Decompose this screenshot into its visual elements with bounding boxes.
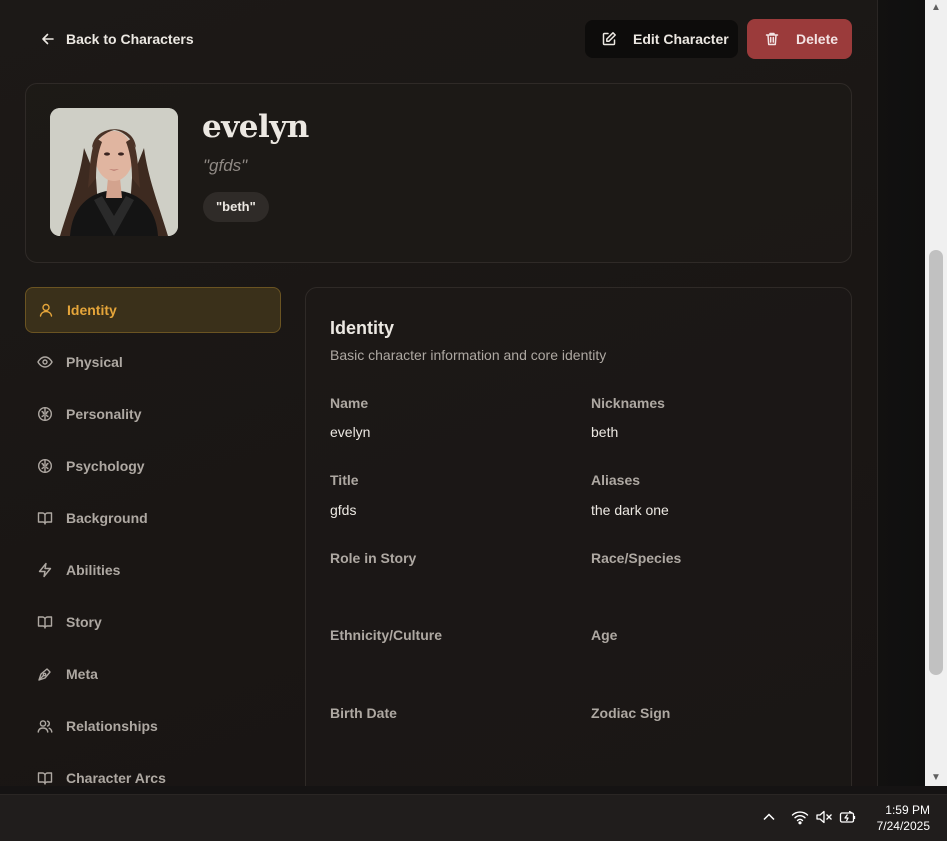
sidebar-item-identity[interactable]: Identity <box>25 287 281 333</box>
clock-date[interactable]: 7/24/2025 <box>860 819 930 833</box>
sidebar-item-label: Physical <box>66 354 123 370</box>
delete-button[interactable]: Delete <box>747 19 852 59</box>
eye-icon <box>37 354 53 370</box>
ethnicity-culture-label: Ethnicity/Culture <box>330 627 443 643</box>
edit-character-label: Edit Character <box>633 31 729 47</box>
character-portrait <box>50 108 178 236</box>
sidebar-item-physical[interactable]: Physical <box>25 339 281 385</box>
scroll-thumb[interactable] <box>929 250 943 675</box>
app-window: Back to Characters Edit Character Delete <box>0 0 877 786</box>
section-sidebar: Identity Physical Personality Psychology… <box>25 287 281 786</box>
window-edge <box>877 0 925 786</box>
book-icon <box>37 770 53 786</box>
title-value: gfds <box>330 502 357 518</box>
role-in-story-label: Role in Story <box>330 550 417 566</box>
sidebar-item-label: Meta <box>66 666 98 682</box>
brain-icon <box>37 458 53 474</box>
character-name: evelyn <box>202 109 309 145</box>
zodiac-sign-label: Zodiac Sign <box>591 705 671 721</box>
panel-title: Identity <box>330 318 395 338</box>
scroll-up-arrow-icon[interactable]: ▲ <box>925 0 947 16</box>
users-icon <box>37 718 53 734</box>
sidebar-item-label: Identity <box>67 302 117 318</box>
sidebar-item-abilities[interactable]: Abilities <box>25 547 281 593</box>
back-link-label: Back to Characters <box>66 31 194 47</box>
sidebar-item-label: Story <box>66 614 102 630</box>
back-to-characters-link[interactable]: Back to Characters <box>40 28 194 50</box>
identity-panel: Identity Basic character information and… <box>305 287 852 786</box>
sidebar-item-relationships[interactable]: Relationships <box>25 703 281 749</box>
delete-label: Delete <box>796 31 839 47</box>
name-label: Name <box>330 395 369 411</box>
wifi-icon[interactable] <box>791 808 809 826</box>
sidebar-item-label: Character Arcs <box>66 770 166 786</box>
arrow-left-icon <box>40 31 56 47</box>
aliases-value: the dark one <box>591 502 669 518</box>
sidebar-item-label: Abilities <box>66 562 121 578</box>
sidebar-item-label: Background <box>66 510 148 526</box>
character-title: "gfds" <box>203 156 248 175</box>
user-icon <box>38 302 54 318</box>
nicknames-label: Nicknames <box>591 395 665 411</box>
edit-character-button[interactable]: Edit Character <box>585 20 738 58</box>
sidebar-item-label: Relationships <box>66 718 158 734</box>
aliases-label: Aliases <box>591 472 641 488</box>
sidebar-item-story[interactable]: Story <box>25 599 281 645</box>
character-header-card: evelyn "gfds" "beth" <box>25 83 852 263</box>
bolt-icon <box>37 562 53 578</box>
panel-description: Basic character information and core ide… <box>330 347 607 363</box>
scroll-down-arrow-icon[interactable]: ▼ <box>925 770 947 786</box>
sidebar-item-label: Psychology <box>66 458 145 474</box>
battery-charging-icon[interactable] <box>839 808 857 826</box>
birth-date-label: Birth Date <box>330 705 397 721</box>
sidebar-item-character-arcs[interactable]: Character Arcs <box>25 755 281 786</box>
age-label: Age <box>591 627 618 643</box>
speaker-muted-icon[interactable] <box>815 808 833 826</box>
pen-icon <box>37 666 53 682</box>
name-value: evelyn <box>330 424 371 440</box>
sidebar-item-meta[interactable]: Meta <box>25 651 281 697</box>
chevron-up-icon[interactable] <box>760 808 778 826</box>
race-species-label: Race/Species <box>591 550 682 566</box>
taskbar-divider <box>0 786 947 794</box>
trash-icon <box>764 31 780 47</box>
sidebar-item-label: Personality <box>66 406 142 422</box>
book-icon <box>37 614 53 630</box>
book-icon <box>37 510 53 526</box>
title-label: Title <box>330 472 359 488</box>
nicknames-value: beth <box>591 424 619 440</box>
brain-icon <box>37 406 53 422</box>
sidebar-item-personality[interactable]: Personality <box>25 391 281 437</box>
sidebar-item-psychology[interactable]: Psychology <box>25 443 281 489</box>
nickname-badge: "beth" <box>203 192 269 222</box>
clock-time[interactable]: 1:59 PM <box>870 803 930 817</box>
vertical-scrollbar[interactable]: ▲ ▼ <box>925 0 947 786</box>
edit-icon <box>601 31 617 47</box>
sidebar-item-background[interactable]: Background <box>25 495 281 541</box>
